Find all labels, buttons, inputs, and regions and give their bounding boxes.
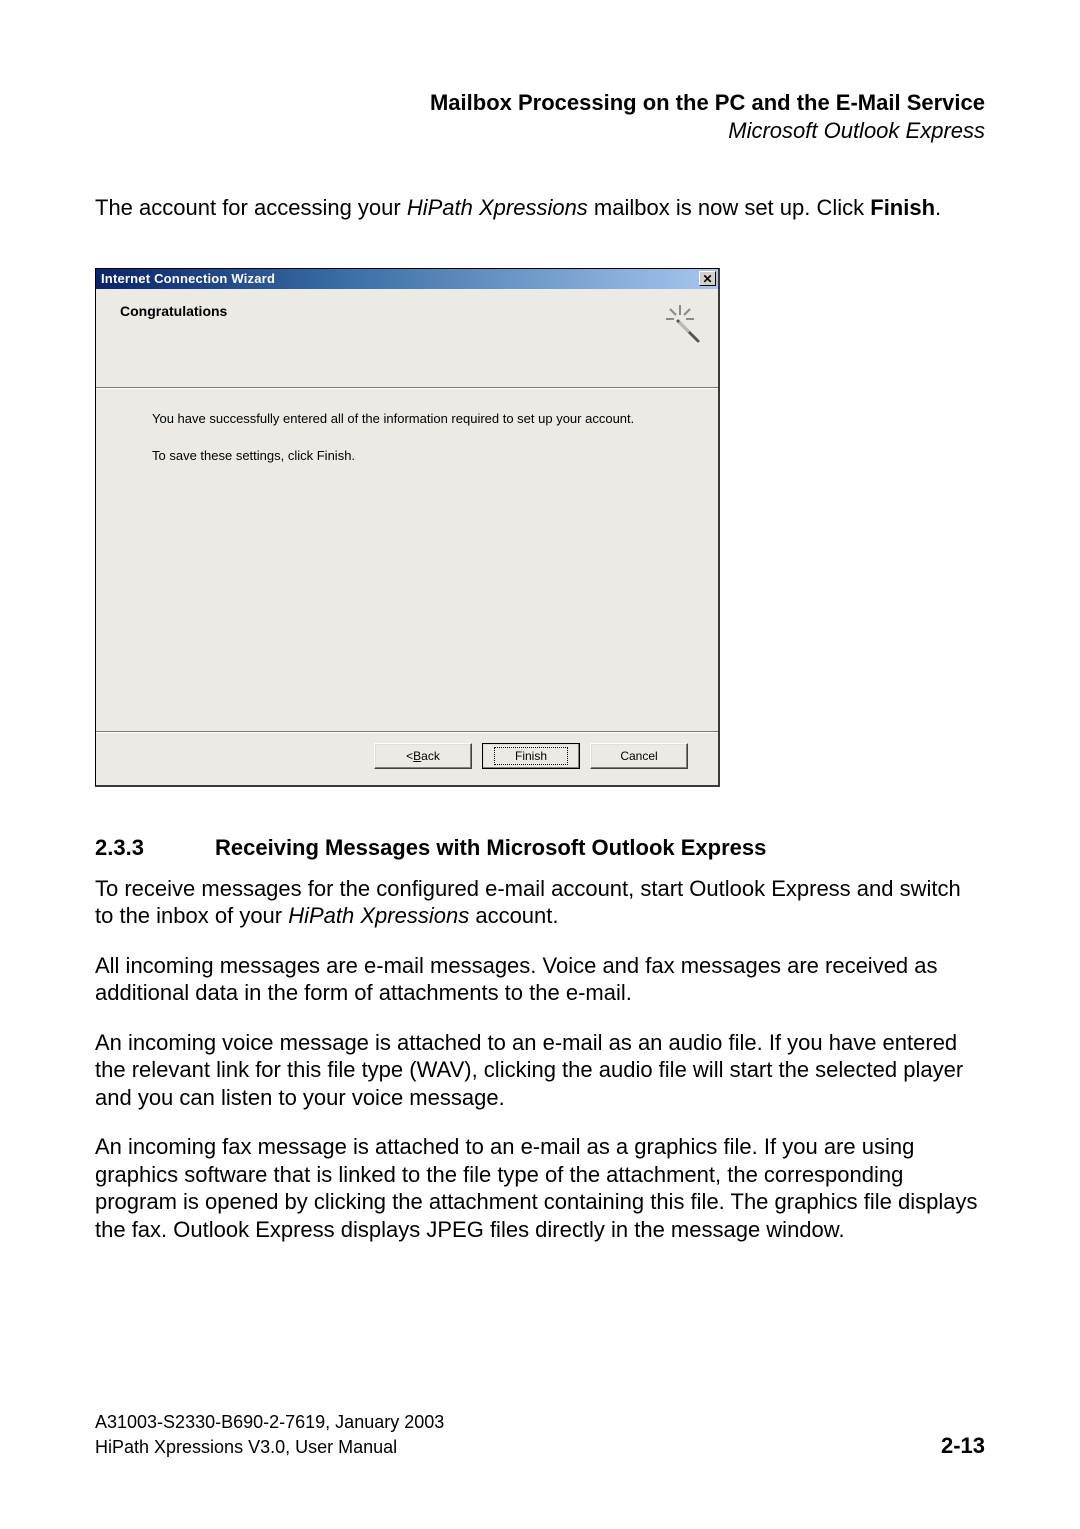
internet-connection-wizard-dialog: Internet Connection Wizard ✕ Congratulat… xyxy=(95,268,720,787)
lead-pre: The account for accessing your xyxy=(95,195,407,220)
lead-paragraph: The account for accessing your HiPath Xp… xyxy=(95,194,985,222)
section-para-1: To receive messages for the configured e… xyxy=(95,875,985,930)
dialog-button-bar: < Back Finish Cancel xyxy=(96,733,718,785)
section-number: 2.3.3 xyxy=(95,835,215,861)
page-header-title: Mailbox Processing on the PC and the E-M… xyxy=(95,90,985,116)
page-number: 2-13 xyxy=(941,1433,985,1459)
dialog-heading: Congratulations xyxy=(120,303,227,319)
lead-italic: HiPath Xpressions xyxy=(407,195,588,220)
dialog-body: You have successfully entered all of the… xyxy=(96,389,718,731)
section-heading: 2.3.3 Receiving Messages with Microsoft … xyxy=(95,835,985,861)
dialog-title: Internet Connection Wizard xyxy=(101,271,275,286)
lead-mid: mailbox is now set up. Click xyxy=(588,195,870,220)
section-para-2: All incoming messages are e-mail message… xyxy=(95,952,985,1007)
section-para-3: An incoming voice message is attached to… xyxy=(95,1029,985,1112)
cancel-button-label: Cancel xyxy=(620,749,657,763)
page-footer: A31003-S2330-B690-2-7619, January 2003 H… xyxy=(95,1411,985,1460)
footer-line-2: HiPath Xpressions V3.0, User Manual xyxy=(95,1436,397,1459)
lead-bold: Finish xyxy=(870,195,935,220)
dialog-titlebar: Internet Connection Wizard ✕ xyxy=(96,269,718,289)
finish-button-label: Finish xyxy=(494,747,568,765)
back-button-post: ack xyxy=(421,749,440,763)
footer-line-1: A31003-S2330-B690-2-7619, January 2003 xyxy=(95,1411,985,1434)
p1-post: account. xyxy=(469,903,558,928)
p1-italic: HiPath Xpressions xyxy=(288,903,469,928)
close-button[interactable]: ✕ xyxy=(699,271,716,286)
back-button-underline: B xyxy=(413,749,421,763)
wand-sparkle-icon xyxy=(658,303,702,347)
close-icon: ✕ xyxy=(702,273,712,285)
dialog-body-line1: You have successfully entered all of the… xyxy=(152,411,694,426)
section-title: Receiving Messages with Microsoft Outloo… xyxy=(215,835,766,861)
page-header-subtitle: Microsoft Outlook Express xyxy=(95,118,985,144)
back-button-pre: < xyxy=(406,749,413,763)
dialog-body-line2: To save these settings, click Finish. xyxy=(152,448,694,463)
back-button[interactable]: < Back xyxy=(374,743,472,769)
lead-post: . xyxy=(935,195,941,220)
finish-button[interactable]: Finish xyxy=(482,743,580,769)
section-para-4: An incoming fax message is attached to a… xyxy=(95,1133,985,1243)
cancel-button[interactable]: Cancel xyxy=(590,743,688,769)
